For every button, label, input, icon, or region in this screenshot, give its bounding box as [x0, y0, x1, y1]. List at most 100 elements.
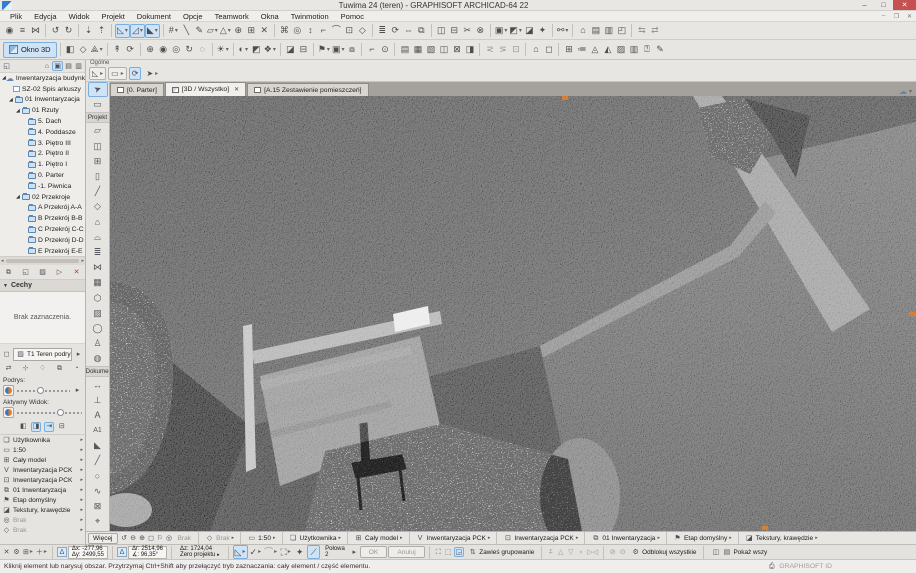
window-tool[interactable]: ⊞	[88, 154, 108, 169]
zoom-prev-icon[interactable]: ⋜	[483, 43, 496, 57]
zone-tool[interactable]: ◯	[88, 321, 108, 336]
qo-3d-style[interactable]: ◪ Tekstury, krawędzie ▸	[742, 533, 821, 543]
snap-fraction[interactable]: Połowa 2	[321, 546, 349, 559]
guide-snap-button[interactable]: ◺ ▸	[232, 545, 248, 559]
tree-horizontal-scrollbar[interactable]: ◂ ▸	[0, 257, 85, 265]
arc-input-button[interactable]: ⌒ ▸	[263, 545, 278, 559]
column-tool[interactable]: ▯	[88, 169, 108, 184]
bring-forward-icon[interactable]: △	[556, 547, 565, 557]
teamwork-send-icon[interactable]: ⇆	[635, 24, 648, 38]
tree-item-przekroj-c[interactable]: C Przekrój C-C	[0, 224, 85, 235]
orbit-icon[interactable]: ⟳	[124, 43, 137, 57]
tab-parter[interactable]: [0. Parter]	[110, 83, 164, 96]
find-select-icon[interactable]: ◎	[291, 24, 304, 38]
render-settings-icon[interactable]: ◩	[250, 43, 263, 57]
open-folder-icon[interactable]: ▷	[55, 267, 64, 277]
selection-mode-button[interactable]: ◺ ▾	[115, 23, 130, 38]
quick-dimension-style[interactable]: V Inwentaryzacja PCK ▸	[0, 465, 85, 475]
quick-filter-none[interactable]: ◇ Brak ▸	[0, 525, 85, 535]
zone-update-icon[interactable]: ◪	[523, 24, 536, 38]
morph-tool[interactable]: ⬡	[88, 290, 108, 305]
project-map-icon[interactable]: ⌂	[42, 61, 51, 71]
explore-model-icon[interactable]: ◉	[157, 43, 170, 57]
wireframe-view-icon[interactable]: ◇	[77, 43, 90, 57]
layout-book-icon[interactable]: ▤	[64, 61, 73, 71]
teamwork-receive-icon[interactable]: ⇄	[648, 24, 661, 38]
podrys-slider[interactable]	[17, 386, 70, 394]
qo-scale[interactable]: ▭ 1:50 ▸	[244, 533, 278, 543]
marquee-tool[interactable]: ▭	[88, 97, 108, 112]
send-backward-icon[interactable]: ▽	[566, 547, 575, 557]
cutaway-icon[interactable]: ◪	[284, 43, 297, 57]
split-icon[interactable]: ◫	[435, 24, 448, 38]
shadow-icon[interactable]: ◐ ▾	[237, 43, 250, 57]
hotlink-icon[interactable]: ⌂	[576, 24, 589, 38]
teamwork-cloud-icon[interactable]: ☁ ▾	[899, 87, 916, 96]
menu-edycja[interactable]: Edycja	[28, 12, 63, 21]
pen-icon[interactable]: ✎	[193, 24, 206, 38]
snap-grid-icon[interactable]: # ▾	[167, 24, 180, 38]
layout-icon[interactable]: ⌐	[365, 43, 378, 57]
quick-override-none[interactable]: ◎ Brak ▸	[0, 515, 85, 525]
autogroup-icon[interactable]: ◲	[453, 547, 465, 557]
menu-pomoc[interactable]: Pomoc	[335, 12, 370, 21]
reset-reference-icon[interactable]: ◔	[72, 363, 81, 373]
sun-settings-icon[interactable]: ☀ ▾	[216, 43, 230, 57]
line-tool[interactable]: ╱	[88, 453, 108, 468]
object-tool[interactable]: ♙	[88, 336, 108, 351]
trace-toggle-icon[interactable]: ◻	[2, 349, 11, 359]
podrys-expand-icon[interactable]: ▸	[73, 386, 82, 396]
fit-in-window-icon[interactable]: ⊡	[509, 43, 522, 57]
more-tools-button[interactable]: Więcej	[88, 532, 118, 544]
trace-more-icon[interactable]: ▸	[74, 349, 83, 359]
label-tool[interactable]: A1	[88, 423, 108, 438]
doc-minimize-button[interactable]: –	[877, 13, 890, 20]
tab-close-icon[interactable]: ✕	[234, 86, 239, 93]
reset-order-icon[interactable]: ▷◁	[586, 547, 599, 557]
curtain-wall-tool[interactable]: ▦	[88, 275, 108, 290]
tracker-settings-icon[interactable]: ⚙	[12, 547, 21, 557]
orbit-mode-button[interactable]: ⟳	[128, 67, 142, 80]
axono-icon[interactable]: ⟁ ▾	[90, 43, 104, 57]
tab-3d-wszystko[interactable]: [3D / Wszystko] ✕	[164, 82, 247, 96]
minimize-button[interactable]: –	[855, 0, 874, 10]
fillet-icon[interactable]: ⌐	[317, 24, 330, 38]
pan-icon[interactable]: ◻	[147, 533, 156, 543]
doc-restore-button[interactable]: ❐	[890, 13, 903, 20]
coordinate-ra[interactable]: Δr: 2514,96 ∡: 96,35°	[127, 545, 168, 559]
pickup-parameters-icon[interactable]: ⇣	[82, 24, 95, 38]
xref-icon[interactable]: ▤	[589, 24, 602, 38]
doc-close-button[interactable]: ✕	[903, 13, 916, 20]
circle-tool[interactable]: ○	[88, 469, 108, 484]
qo-pen-set[interactable]: ❏ Użytkownika ▸	[286, 533, 345, 543]
slab-tool[interactable]: ◇	[88, 199, 108, 214]
lock-icon[interactable]: ⊘	[608, 547, 617, 557]
tree-item-pietro1[interactable]: 1. Piętro I	[0, 159, 85, 170]
graphic-override-icon[interactable]: ◭	[601, 43, 614, 57]
switch-reference-icon[interactable]: ⇄	[4, 363, 13, 373]
markup-icon[interactable]: ✎	[653, 43, 666, 57]
send-to-back-icon[interactable]: ⍖	[576, 547, 585, 557]
move-icon[interactable]: ⊕	[232, 24, 245, 38]
zoom-out-icon[interactable]: ⊖	[129, 533, 138, 543]
qo-dimension[interactable]: V Inwentaryzacja PCK ▸	[413, 533, 494, 543]
inject-parameters-icon[interactable]: ⇡	[95, 24, 108, 38]
arc-edit-icon[interactable]: ⌒	[330, 24, 343, 38]
tree-item-przekroje[interactable]: ◢ 02 Przekroje	[0, 192, 85, 203]
scroll-thumb[interactable]	[5, 259, 80, 263]
move-reference-icon[interactable]: ⧉	[55, 363, 64, 373]
graphisoft-id[interactable]: ⎙ GRAPHISOFT ID	[767, 562, 912, 572]
align-icon[interactable]: ≣	[376, 24, 389, 38]
qo-model-view[interactable]: ⊡ Inwentaryzacja PCK ▸	[500, 533, 581, 543]
tree-item-inwentaryzacja[interactable]: ◢ 01 Inwentaryzacja	[0, 95, 85, 106]
camera-icon[interactable]: ◎	[170, 43, 183, 57]
add-reference-icon[interactable]: ⊹	[21, 363, 30, 373]
fill-tool[interactable]: ◣	[88, 438, 108, 453]
menu-projekt[interactable]: Projekt	[95, 12, 130, 21]
guide-line-icon[interactable]: ╲	[180, 24, 193, 38]
delta-xy-badge[interactable]: Δ	[56, 547, 67, 557]
stair-tool[interactable]: ≣	[88, 245, 108, 260]
tab-zestawienie[interactable]: [A.15 Zestawienie pomieszczeń]	[247, 83, 369, 96]
home-view-icon[interactable]: ⌂	[529, 43, 542, 57]
publisher-icon[interactable]: ▥	[74, 61, 83, 71]
